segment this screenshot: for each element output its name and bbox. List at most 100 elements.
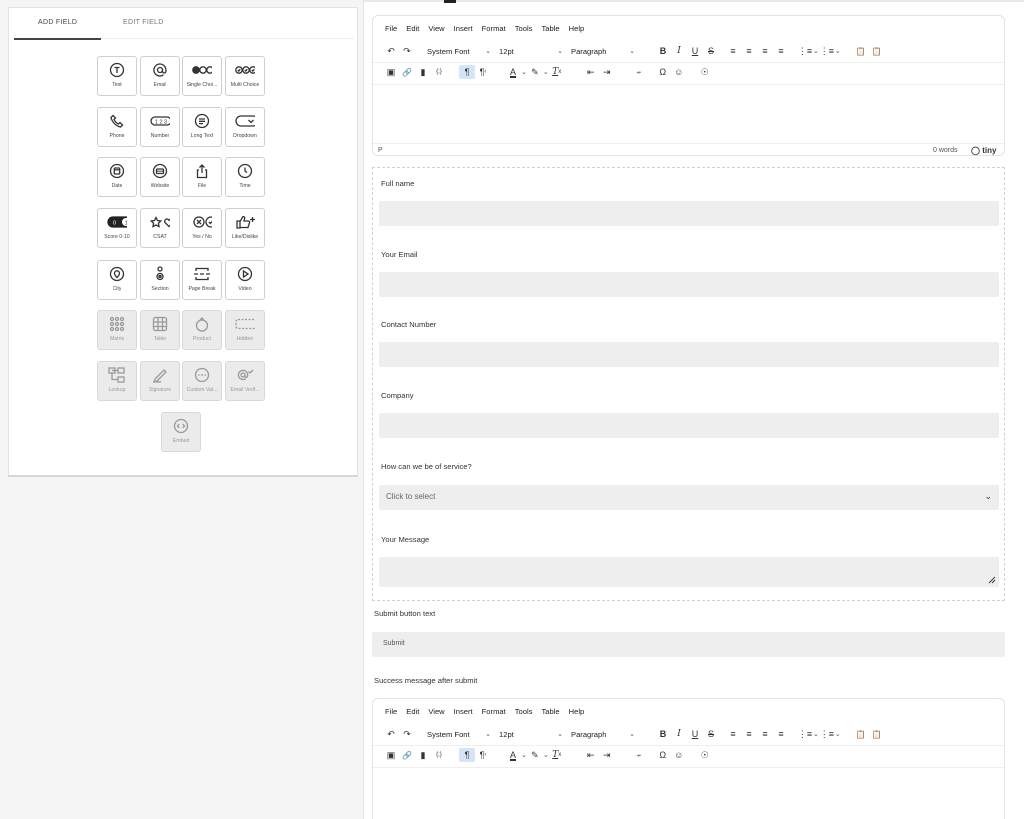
field-type-website[interactable]: Website	[140, 157, 180, 197]
bold-icon[interactable]: B	[655, 44, 671, 58]
font-size-select[interactable]: 12pt⌄	[495, 730, 567, 739]
align-right-icon[interactable]: ≡	[757, 727, 773, 741]
preview-icon[interactable]: ☉	[697, 65, 713, 79]
menu-format[interactable]: Format	[482, 24, 506, 36]
emoji-icon[interactable]: ☺	[671, 748, 687, 762]
editor-content-area[interactable]	[373, 769, 1004, 819]
field-type-yes-no[interactable]: Yes / No	[182, 208, 222, 248]
preview-icon[interactable]: ☉	[697, 748, 713, 762]
bookmark-icon[interactable]: ▮	[415, 65, 431, 79]
field-type-city[interactable]: City	[97, 260, 137, 300]
special-char-icon[interactable]: Ω	[655, 748, 671, 762]
resize-handle-icon[interactable]	[988, 576, 996, 584]
tab-add-field[interactable]: ADD FIELD	[38, 19, 77, 26]
menu-view[interactable]: View	[428, 24, 444, 36]
paste-icon[interactable]: 📋	[853, 44, 869, 58]
paste-text-icon[interactable]: 📋	[869, 44, 885, 58]
underline-icon[interactable]: U	[687, 727, 703, 741]
align-justify-icon[interactable]: ≡	[773, 44, 789, 58]
paste-icon[interactable]: 📋	[853, 727, 869, 741]
field-type-page-break[interactable]: Page Break	[182, 260, 222, 300]
element-path[interactable]: P	[378, 147, 383, 154]
align-left-icon[interactable]: ≡	[725, 44, 741, 58]
field-type-section[interactable]: Section	[140, 260, 180, 300]
field-type-lookup[interactable]: Lookup	[97, 361, 137, 401]
page-break-icon[interactable]: ⍆	[631, 748, 647, 762]
emoji-icon[interactable]: ☺	[671, 65, 687, 79]
highlight-color-icon[interactable]: ✎	[527, 748, 543, 762]
image-icon[interactable]: ▣	[383, 748, 399, 762]
image-icon[interactable]: ▣	[383, 65, 399, 79]
tiny-brand-logo[interactable]: ◯ tiny	[971, 146, 996, 155]
field-type-hidden[interactable]: Hidden	[225, 310, 265, 350]
field-type-signature[interactable]: Signature	[140, 361, 180, 401]
rtl-icon[interactable]: ¶‹	[475, 65, 491, 79]
editor-content-area[interactable]	[373, 86, 1004, 140]
field-type-product[interactable]: Product	[182, 310, 222, 350]
field-type-phone[interactable]: Phone	[97, 107, 137, 147]
redo-icon[interactable]: ↷	[399, 727, 415, 741]
full-name-input[interactable]	[379, 201, 999, 226]
field-type-number[interactable]: 1 2 3Number	[140, 107, 180, 147]
outdent-icon[interactable]: ⇤	[583, 65, 599, 79]
field-type-table[interactable]: Table	[140, 310, 180, 350]
contact-number-input[interactable]	[379, 342, 999, 367]
italic-icon[interactable]: I	[671, 44, 687, 58]
menu-insert[interactable]: Insert	[454, 707, 473, 719]
align-left-icon[interactable]: ≡	[725, 727, 741, 741]
field-type-time[interactable]: Time	[225, 157, 265, 197]
outdent-icon[interactable]: ⇤	[583, 748, 599, 762]
menu-help[interactable]: Help	[569, 707, 585, 719]
font-family-select[interactable]: System Font⌄	[423, 47, 495, 56]
paste-text-icon[interactable]: 📋	[869, 727, 885, 741]
special-char-icon[interactable]: Ω	[655, 65, 671, 79]
ltr-icon[interactable]: ¶	[459, 748, 475, 762]
indent-icon[interactable]: ⇥	[599, 65, 615, 79]
menu-file[interactable]: File	[385, 707, 397, 719]
clear-formatting-icon[interactable]: Tx	[549, 748, 565, 762]
redo-icon[interactable]: ↷	[399, 44, 415, 58]
field-type-csat[interactable]: CSAT	[140, 208, 180, 248]
clear-formatting-icon[interactable]: Tx	[549, 65, 565, 79]
menu-format[interactable]: Format	[482, 707, 506, 719]
field-type-multi-choice[interactable]: Multi Choice	[225, 56, 265, 96]
bullet-list-icon[interactable]: ⋮≡	[819, 44, 835, 58]
bookmark-icon[interactable]: ▮	[415, 748, 431, 762]
block-format-select[interactable]: Paragraph⌄	[567, 730, 639, 739]
field-type-email-verif[interactable]: Email Verif...	[225, 361, 265, 401]
service-select[interactable]: Click to select ⌄	[379, 485, 999, 510]
indent-icon[interactable]: ⇥	[599, 748, 615, 762]
align-right-icon[interactable]: ≡	[757, 44, 773, 58]
align-justify-icon[interactable]: ≡	[773, 727, 789, 741]
text-color-icon[interactable]: A	[505, 748, 521, 762]
field-type-matrix[interactable]: Matrix	[97, 310, 137, 350]
menu-tools[interactable]: Tools	[515, 707, 533, 719]
numbered-list-icon[interactable]: ⋮≡	[797, 44, 813, 58]
menu-tools[interactable]: Tools	[515, 24, 533, 36]
strikethrough-icon[interactable]: S	[703, 727, 719, 741]
chevron-down-icon[interactable]: ⌄	[835, 47, 841, 55]
menu-table[interactable]: Table	[541, 707, 559, 719]
menu-table[interactable]: Table	[541, 24, 559, 36]
field-type-single-choi[interactable]: Single Choi...	[182, 56, 222, 96]
message-textarea[interactable]	[379, 557, 999, 587]
tab-edit-field[interactable]: EDIT FIELD	[123, 19, 164, 26]
undo-icon[interactable]: ↶	[383, 727, 399, 741]
menu-edit[interactable]: Edit	[406, 24, 419, 36]
menu-help[interactable]: Help	[569, 24, 585, 36]
font-family-select[interactable]: System Font⌄	[423, 730, 495, 739]
company-input[interactable]	[379, 413, 999, 438]
field-type-long-text[interactable]: Long Text	[182, 107, 222, 147]
menu-insert[interactable]: Insert	[454, 24, 473, 36]
text-color-icon[interactable]: A	[505, 65, 521, 79]
bold-icon[interactable]: B	[655, 727, 671, 741]
field-type-like-dislike[interactable]: Like/Dislike	[225, 208, 265, 248]
highlight-color-icon[interactable]: ✎	[527, 65, 543, 79]
block-format-select[interactable]: Paragraph⌄	[567, 47, 639, 56]
field-type-embed[interactable]: Embed	[161, 412, 201, 452]
align-center-icon[interactable]: ≡	[741, 44, 757, 58]
code-sample-icon[interactable]: {;}	[431, 748, 447, 762]
font-size-select[interactable]: 12pt⌄	[495, 47, 567, 56]
bullet-list-icon[interactable]: ⋮≡	[819, 727, 835, 741]
code-sample-icon[interactable]: {;}	[431, 65, 447, 79]
